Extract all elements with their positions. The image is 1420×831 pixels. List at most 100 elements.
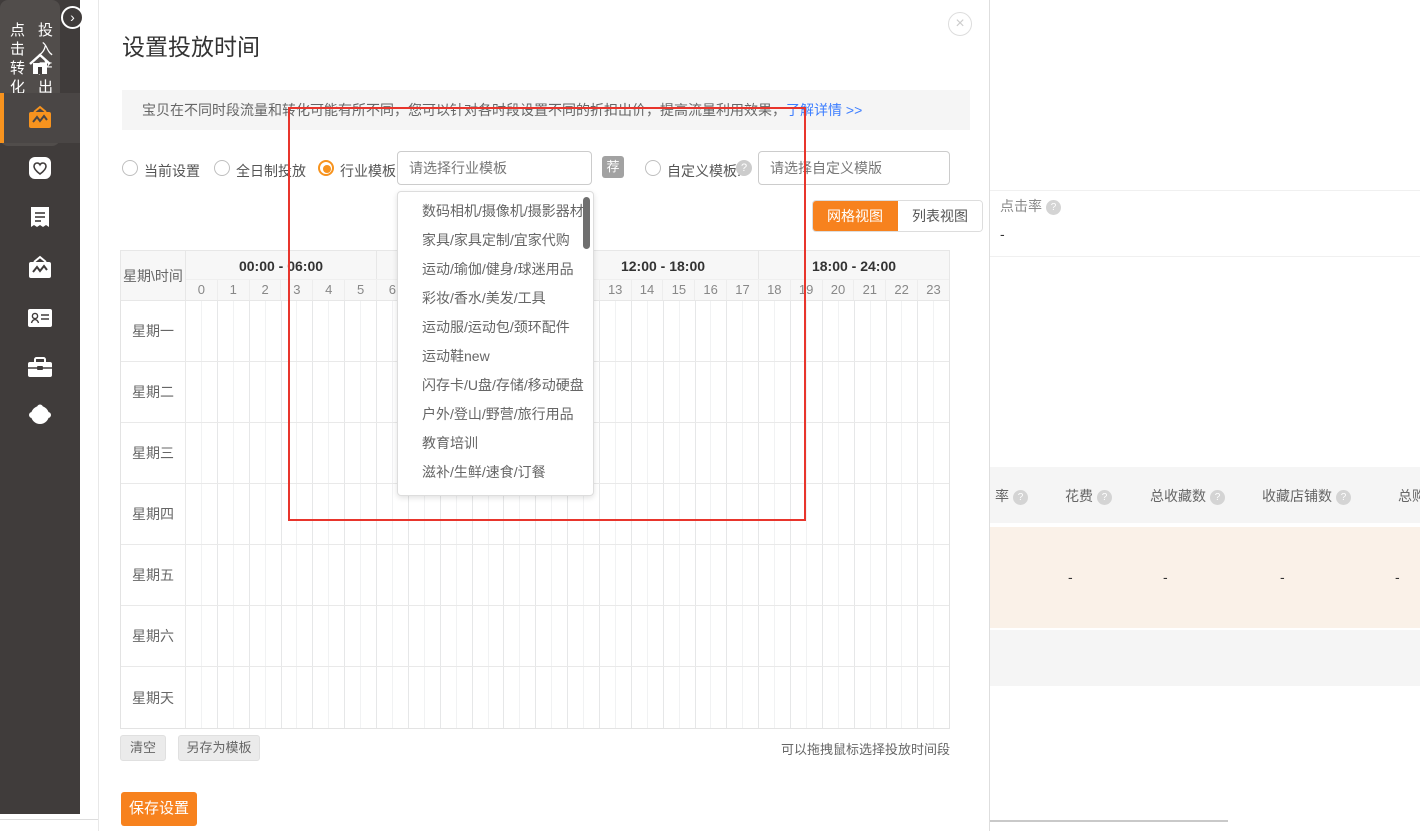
schedule-cell[interactable] [664,667,680,728]
schedule-cell[interactable] [393,606,409,666]
schedule-cell[interactable] [473,667,489,728]
schedule-cell[interactable] [727,423,743,483]
schedule-cell[interactable] [711,667,727,728]
schedule-cell[interactable] [568,667,584,728]
schedule-cell[interactable] [839,667,855,728]
sidebar-item-campaign[interactable] [0,93,80,143]
clear-button[interactable]: 清空 [120,735,166,761]
schedule-cell[interactable] [775,301,791,361]
schedule-cell[interactable] [711,301,727,361]
schedule-cell[interactable] [297,301,313,361]
schedule-cell[interactable] [680,484,696,544]
schedule-cell[interactable] [297,667,313,728]
schedule-cell[interactable] [600,301,616,361]
schedule-cell[interactable] [297,545,313,605]
schedule-cell[interactable] [520,606,536,666]
schedule-cell[interactable] [282,423,298,483]
schedule-cell[interactable] [202,362,218,422]
schedule-cell[interactable] [552,545,568,605]
dropdown-item[interactable]: 运动/瑜伽/健身/球迷用品 [398,255,593,284]
schedule-cell[interactable] [329,484,345,544]
schedule-cell[interactable] [823,606,839,666]
schedule-cell[interactable] [743,606,759,666]
schedule-cell[interactable] [902,423,918,483]
schedule-cell[interactable] [855,423,871,483]
schedule-cell[interactable] [393,545,409,605]
schedule-cell[interactable] [329,545,345,605]
schedule-cell[interactable] [250,545,266,605]
schedule-cell[interactable] [536,667,552,728]
schedule-cell[interactable] [648,423,664,483]
schedule-cell[interactable] [791,606,807,666]
schedule-cell[interactable] [425,667,441,728]
schedule-cell[interactable] [902,545,918,605]
schedule-cell[interactable] [282,667,298,728]
schedule-cell[interactable] [409,545,425,605]
close-icon[interactable]: × [948,12,972,36]
schedule-cell[interactable] [775,545,791,605]
schedule-cell[interactable] [250,423,266,483]
dropdown-item[interactable]: 教育培训 [398,429,593,458]
schedule-cell[interactable] [791,301,807,361]
schedule-cell[interactable] [520,667,536,728]
schedule-cell[interactable] [887,606,903,666]
schedule-cell[interactable] [823,545,839,605]
schedule-cell[interactable] [536,606,552,666]
schedule-cell[interactable] [297,423,313,483]
schedule-cell[interactable] [918,362,934,422]
schedule-cell[interactable] [839,484,855,544]
schedule-cell[interactable] [632,545,648,605]
schedule-cell[interactable] [696,362,712,422]
save-as-template-button[interactable]: 另存为模板 [178,735,260,761]
schedule-cell[interactable] [902,301,918,361]
schedule-cell[interactable] [616,362,632,422]
schedule-cell[interactable] [361,423,377,483]
schedule-cell[interactable] [823,484,839,544]
schedule-cell[interactable] [632,484,648,544]
dropdown-item[interactable]: 彩妆/香水/美发/工具 [398,284,593,313]
schedule-cell[interactable] [377,545,393,605]
schedule-cell[interactable] [632,362,648,422]
schedule-cell[interactable] [218,423,234,483]
schedule-cell[interactable] [887,423,903,483]
schedule-cell[interactable] [504,667,520,728]
schedule-cell[interactable] [202,423,218,483]
schedule-cell[interactable] [648,606,664,666]
schedule-cell[interactable] [727,484,743,544]
schedule-cell[interactable] [807,362,823,422]
schedule-cell[interactable] [313,545,329,605]
schedule-cell[interactable] [345,667,361,728]
schedule-cell[interactable] [266,423,282,483]
schedule-cell[interactable] [664,545,680,605]
schedule-cell[interactable] [648,484,664,544]
schedule-cell[interactable] [202,545,218,605]
schedule-cell[interactable] [871,606,887,666]
schedule-cell[interactable] [504,545,520,605]
schedule-cell[interactable] [250,667,266,728]
radio-current-settings[interactable] [122,160,138,176]
schedule-cell[interactable] [871,484,887,544]
schedule-cell[interactable] [266,606,282,666]
grid-view-button[interactable]: 网格视图 [813,201,898,231]
schedule-cell[interactable] [871,545,887,605]
radio-all-day[interactable] [214,160,230,176]
schedule-cell[interactable] [664,484,680,544]
schedule-cell[interactable] [568,545,584,605]
dropdown-item[interactable]: 数码相机/摄像机/摄影器材 [398,197,593,226]
schedule-cell[interactable] [266,484,282,544]
schedule-cell[interactable] [696,423,712,483]
schedule-cell[interactable] [791,484,807,544]
schedule-cell[interactable] [266,545,282,605]
schedule-cell[interactable] [218,362,234,422]
schedule-cell[interactable] [552,667,568,728]
schedule-cell[interactable] [696,667,712,728]
schedule-cell[interactable] [791,362,807,422]
schedule-cell[interactable] [489,606,505,666]
schedule-cell[interactable] [902,606,918,666]
schedule-cell[interactable] [775,667,791,728]
schedule-cell[interactable] [297,362,313,422]
schedule-cell[interactable] [425,606,441,666]
schedule-cell[interactable] [918,423,934,483]
schedule-cell[interactable] [329,667,345,728]
schedule-cell[interactable] [934,484,949,544]
